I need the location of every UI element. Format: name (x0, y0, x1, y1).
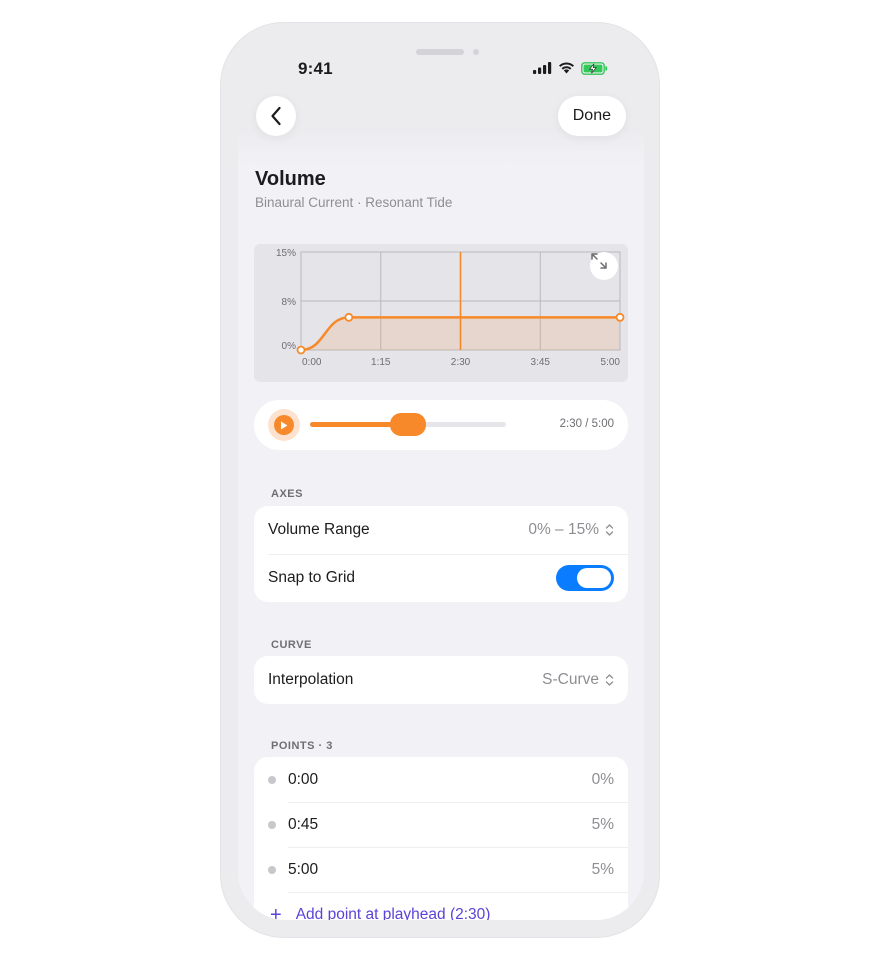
chart-svg: 0:00 1:15 2:30 3:45 5:00 0% 8% 15% (276, 248, 625, 368)
chevron-up-down-icon (605, 524, 614, 536)
y-tick-label: 15% (276, 248, 296, 259)
add-point-button[interactable]: + Add point at playhead (2:30) (254, 892, 628, 920)
interpolation-value-wrap: S-Curve (542, 671, 614, 689)
interpolation-value: S-Curve (542, 671, 599, 688)
page-subtitle: Binaural Current · Resonant Tide (255, 195, 453, 210)
point-value: 5% (591, 860, 614, 878)
point-dot (268, 820, 276, 829)
point-dot (268, 865, 276, 874)
volume-range-row[interactable]: Volume Range 0% – 15% (254, 506, 628, 554)
x-tick-label: 1:15 (371, 357, 391, 368)
status-time: 9:41 (298, 59, 333, 78)
points-group: 0:00 0% 0:45 5% 5:00 5% + Add point at p… (254, 757, 628, 920)
y-tick-label: 0% (282, 341, 297, 352)
volume-range-label: Volume Range (268, 521, 370, 538)
camera (473, 49, 479, 55)
y-tick-label: 8% (282, 297, 297, 308)
toggle-knob (577, 568, 611, 588)
play-icon (281, 421, 288, 429)
x-tick-label: 0:00 (302, 357, 322, 368)
page-title: Volume (255, 168, 326, 190)
volume-range-value-wrap: 0% – 15% (528, 521, 614, 539)
signal-icon (533, 62, 552, 74)
done-button[interactable]: Done (557, 96, 626, 136)
volume-range-value: 0% – 15% (528, 521, 599, 538)
snap-to-grid-toggle[interactable] (556, 565, 614, 591)
point-row[interactable]: 5:00 5% (254, 847, 628, 892)
snap-to-grid-row: Snap to Grid (254, 554, 628, 602)
curve-point (615, 312, 625, 322)
expand-chart-button[interactable] (590, 252, 618, 280)
wifi-icon (559, 62, 574, 74)
battery-charging-icon (581, 61, 608, 75)
axes-group: Volume Range 0% – 15% Snap to Grid (254, 506, 628, 602)
automation-chart[interactable]: 0:00 1:15 2:30 3:45 5:00 0% 8% 15% (254, 244, 628, 382)
x-tick-label: 3:45 (531, 357, 551, 368)
chevron-left-icon (271, 106, 281, 126)
play-button-core (274, 415, 294, 435)
curve-point (344, 312, 354, 322)
chevron-up-down-icon (605, 674, 614, 686)
speaker (416, 49, 464, 55)
point-dot (268, 775, 276, 784)
plus-icon: + (270, 903, 282, 921)
point-value: 0% (591, 770, 614, 788)
playback-time: 2:30 / 5:00 (559, 418, 614, 430)
section-label-axes: AXES (271, 488, 303, 500)
playhead-slider-thumb[interactable] (390, 413, 426, 436)
phone-screen: 9:41 Done Volume Binaural Current · Reso… (238, 40, 644, 920)
playhead-slider[interactable] (310, 413, 506, 436)
point-row[interactable]: 0:45 5% (254, 802, 628, 847)
point-time: 0:00 (288, 770, 319, 788)
point-time: 0:45 (288, 815, 319, 833)
section-label-points: POINTS · 3 (271, 740, 333, 752)
expand-icon (591, 253, 607, 269)
x-tick-label: 5:00 (601, 357, 621, 368)
point-row[interactable]: 0:00 0% (254, 757, 628, 802)
point-time: 5:00 (288, 860, 319, 878)
add-point-label: Add point at playhead (2:30) (295, 905, 491, 921)
interpolation-row[interactable]: Interpolation S-Curve (254, 656, 628, 704)
point-value: 5% (591, 815, 614, 833)
play-button[interactable] (268, 409, 300, 441)
status-icons (533, 60, 608, 76)
notch (355, 40, 527, 74)
curve-group: Interpolation S-Curve (254, 656, 628, 704)
interpolation-label: Interpolation (268, 671, 354, 688)
snap-to-grid-label: Snap to Grid (268, 569, 356, 586)
back-button[interactable] (256, 96, 296, 136)
curve-point (296, 345, 306, 355)
playback-bar: 2:30 / 5:00 (254, 400, 628, 450)
x-tick-label: 2:30 (451, 357, 471, 368)
section-label-curve: CURVE (271, 639, 312, 651)
